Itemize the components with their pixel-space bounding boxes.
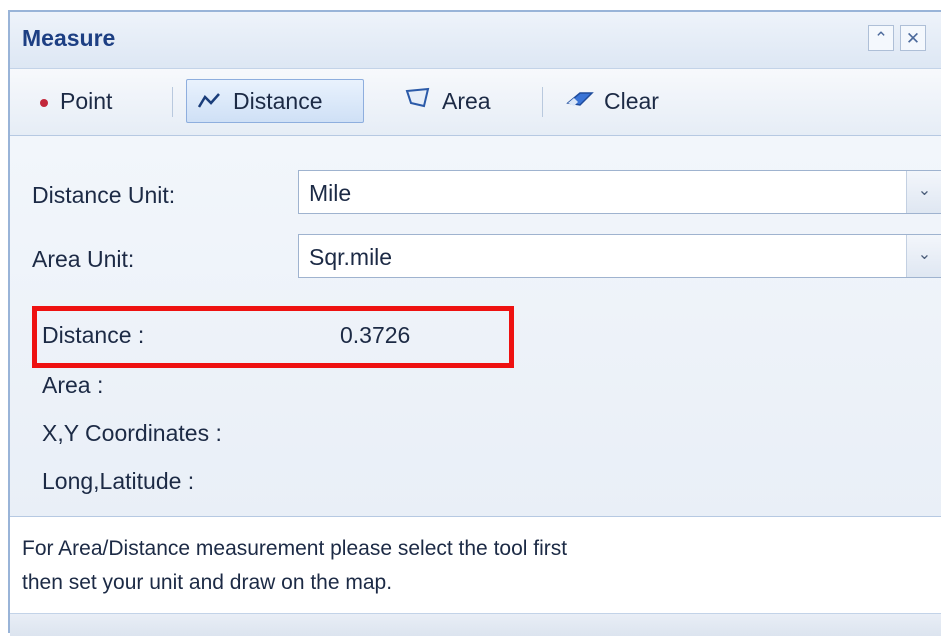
panel-titlebar: Measure ⌃ ✕ [10,12,941,69]
double-chevron-up-icon: ⌃ [873,29,889,48]
distance-unit-label: Distance Unit: [32,182,176,208]
point-tool-label: Point [60,87,113,114]
panel-title: Measure [22,25,116,51]
distance-result-value: 0.3726 [340,322,411,348]
chevron-down-icon[interactable]: ⌄ [906,171,941,213]
distance-unit-select[interactable]: Mile ⌄ [298,170,941,214]
eraser-icon [566,88,594,115]
area-result-label: Area : [42,372,104,398]
chevron-down-icon[interactable]: ⌄ [906,235,941,277]
point-tool-button[interactable]: Point [28,79,122,123]
help-status-bar: For Area/Distance measurement please sel… [10,516,941,613]
toolbar-separator [542,87,543,117]
distance-tool-label: Distance [233,87,323,114]
point-icon [38,88,50,115]
xy-coordinates-label: X,Y Coordinates : [42,420,222,446]
measure-panel: Measure ⌃ ✕ Point Distance Area Clear Di… [8,10,941,636]
polyline-icon [197,88,223,115]
area-tool-button[interactable]: Area [394,79,501,123]
measure-toolbar: Point Distance Area Clear [10,69,941,136]
area-unit-label: Area Unit: [32,246,135,272]
long-latitude-label: Long,Latitude : [42,468,195,494]
collapse-button[interactable]: ⌃ [868,25,894,51]
area-unit-value: Sqr.mile [309,244,393,270]
distance-unit-value: Mile [309,180,352,206]
help-text-line-2: then set your unit and draw on the map. [22,571,393,594]
close-button[interactable]: ✕ [900,25,926,51]
measure-content: Distance Unit: Mile ⌄ Area Unit: Sqr.mil… [10,136,941,516]
toolbar-separator [172,87,173,117]
distance-tool-button[interactable]: Distance [186,79,364,123]
distance-result-label: Distance : [42,322,145,348]
help-text-line-1: For Area/Distance measurement please sel… [22,537,568,560]
polygon-icon [404,87,432,115]
clear-tool-label: Clear [604,87,659,114]
area-tool-label: Area [442,87,491,114]
area-unit-select[interactable]: Sqr.mile ⌄ [298,234,941,278]
clear-tool-button[interactable]: Clear [556,79,669,123]
close-icon: ✕ [905,29,921,48]
